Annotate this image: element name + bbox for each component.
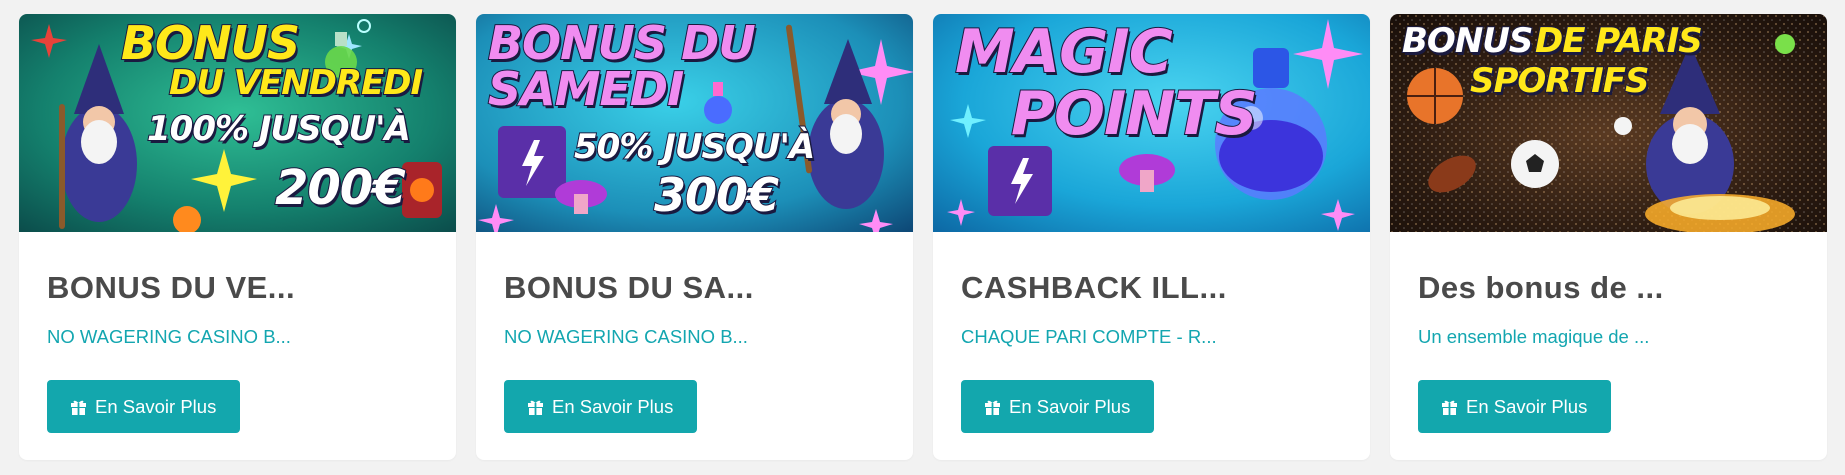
bonus-banner-saturday[interactable]: BONUS DU SAMEDI 50% JUSQU'À 300€ xyxy=(476,14,913,232)
gift-icon xyxy=(984,398,1001,415)
banner-line-1: MAGIC xyxy=(954,17,1174,87)
learn-more-button[interactable]: En Savoir Plus xyxy=(47,380,241,433)
banner-line-2: POINTS xyxy=(1010,79,1259,149)
bonus-card-sports: BONUS DE PARIS SPORTIFS Des bonus de ...… xyxy=(1390,14,1827,460)
gift-icon xyxy=(527,398,544,415)
button-label: En Savoir Plus xyxy=(1009,395,1131,417)
button-label: En Savoir Plus xyxy=(95,395,217,417)
banner-line-4: 200€ xyxy=(274,160,407,216)
banner-line-3: 50% JUSQU'À xyxy=(573,127,816,167)
bonus-card-saturday: BONUS DU SAMEDI 50% JUSQU'À 300€ BONUS D… xyxy=(476,14,913,460)
card-title: CASHBACK ILL... xyxy=(961,270,1227,305)
banner-line-2: DE PARIS xyxy=(1534,21,1704,61)
card-title: BONUS DU VE... xyxy=(47,270,296,305)
learn-more-button[interactable]: En Savoir Plus xyxy=(504,380,698,433)
banner-line-1: BONUS DU xyxy=(487,16,757,70)
button-label: En Savoir Plus xyxy=(552,395,674,417)
bonus-card-grid: BONUS DU VENDREDI 100% JUSQU'À 200€ BONU… xyxy=(19,14,1827,460)
bonus-banner-sports[interactable]: BONUS DE PARIS SPORTIFS xyxy=(1390,14,1827,232)
bonus-banner-friday[interactable]: BONUS DU VENDREDI 100% JUSQU'À 200€ xyxy=(19,14,456,232)
button-label: En Savoir Plus xyxy=(1466,395,1588,417)
bonus-banner-magic-points[interactable]: MAGIC POINTS xyxy=(933,14,1370,232)
banner-line-2: DU VENDREDI xyxy=(168,63,424,103)
gift-icon xyxy=(70,398,87,415)
card-subtitle: NO WAGERING CASINO B... xyxy=(504,326,748,347)
card-subtitle: NO WAGERING CASINO B... xyxy=(47,326,291,347)
card-title: BONUS DU SA... xyxy=(504,270,754,305)
card-subtitle: CHAQUE PARI COMPTE - R... xyxy=(961,326,1217,347)
card-subtitle: Un ensemble magique de ... xyxy=(1418,326,1650,347)
learn-more-button[interactable]: En Savoir Plus xyxy=(961,380,1155,433)
bonus-card-friday: BONUS DU VENDREDI 100% JUSQU'À 200€ BONU… xyxy=(19,14,456,460)
banner-line-1: BONUS xyxy=(1401,21,1534,61)
card-title: Des bonus de ... xyxy=(1418,270,1664,305)
gift-icon xyxy=(1441,398,1458,415)
banner-line-2: SAMEDI xyxy=(487,62,685,116)
banner-line-3: SPORTIFS xyxy=(1469,61,1651,101)
banner-line-3: 100% JUSQU'À xyxy=(146,109,412,149)
learn-more-button[interactable]: En Savoir Plus xyxy=(1418,380,1612,433)
banner-line-4: 300€ xyxy=(653,168,780,222)
bonus-card-magic-points: MAGIC POINTS CASHBACK ILL... CHAQUE PARI… xyxy=(933,14,1370,460)
banner-line-1: BONUS xyxy=(120,16,301,70)
